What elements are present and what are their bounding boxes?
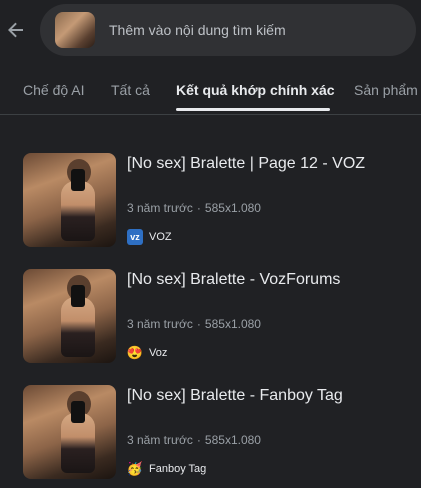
result-item[interactable]: [No sex] Bralette - VozForums 3 năm trướ… (0, 269, 421, 369)
back-arrow-icon[interactable] (5, 18, 27, 42)
meta-separator: · (196, 433, 201, 447)
source-name: VOZ (149, 231, 172, 243)
result-thumbnail[interactable] (23, 269, 116, 363)
meta-separator: · (196, 317, 201, 331)
search-box[interactable]: Thêm vào nội dung tìm kiếm (40, 4, 416, 56)
source-name: Fanboy Tag (149, 463, 207, 475)
smiling-face-emoji-icon: 😍 (126, 345, 144, 360)
search-placeholder[interactable]: Thêm vào nội dung tìm kiếm (109, 22, 286, 38)
result-size: 585x1.080 (204, 317, 261, 331)
party-face-emoji-icon: 🥳 (126, 461, 144, 476)
result-item[interactable]: [No sex] Bralette | Page 12 - VOZ 3 năm … (0, 153, 421, 253)
result-thumbnail[interactable] (23, 153, 116, 247)
result-source[interactable]: 🥳 Fanboy Tag (127, 461, 206, 477)
search-image-thumbnail[interactable] (55, 12, 95, 48)
result-time: 3 năm trước (127, 201, 193, 215)
result-size: 585x1.080 (204, 433, 261, 447)
result-meta: 3 năm trước · 585x1.080 (127, 201, 261, 215)
tab-ai-mode[interactable]: Chế độ AI (23, 82, 85, 98)
result-title[interactable]: [No sex] Bralette - VozForums (127, 271, 340, 289)
tab-all[interactable]: Tất cả (111, 82, 150, 98)
result-thumbnail[interactable] (23, 385, 116, 479)
tabs-divider (0, 114, 421, 115)
result-title[interactable]: [No sex] Bralette | Page 12 - VOZ (127, 155, 365, 173)
active-tab-indicator (176, 108, 330, 111)
top-bar: Thêm vào nội dung tìm kiếm (0, 0, 421, 60)
result-item[interactable]: [No sex] Bralette - Fanboy Tag 3 năm trư… (0, 385, 421, 485)
result-meta: 3 năm trước · 585x1.080 (127, 317, 261, 331)
tab-products[interactable]: Sản phẩm (354, 82, 418, 98)
result-source[interactable]: vz VOZ (127, 229, 172, 245)
source-name: Voz (149, 347, 168, 359)
result-time: 3 năm trước (127, 433, 193, 447)
result-time: 3 năm trước (127, 317, 193, 331)
tab-exact-match[interactable]: Kết quả khớp chính xác (176, 82, 335, 98)
result-title[interactable]: [No sex] Bralette - Fanboy Tag (127, 387, 343, 405)
result-source[interactable]: 😍 Voz (127, 345, 167, 361)
result-size: 585x1.080 (204, 201, 261, 215)
voz-logo-icon: vz (127, 229, 143, 245)
meta-separator: · (196, 201, 201, 215)
result-meta: 3 năm trước · 585x1.080 (127, 433, 261, 447)
